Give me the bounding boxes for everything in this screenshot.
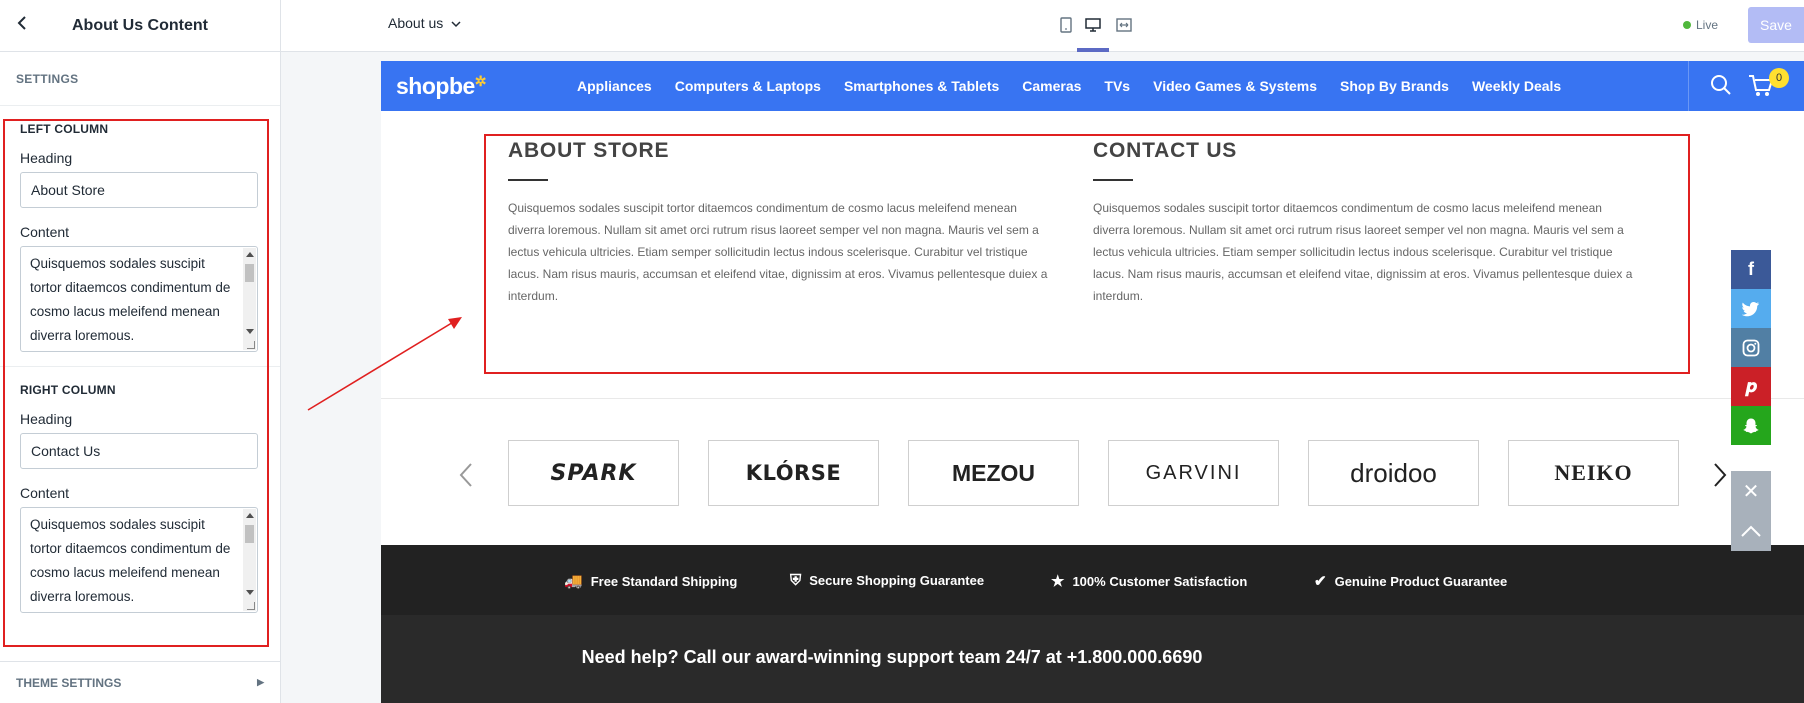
instagram-icon[interactable] xyxy=(1731,328,1771,367)
about-right-column: CONTACT US Quisquemos sodales suscipit t… xyxy=(1093,139,1633,307)
feature-label: 100% Customer Satisfaction xyxy=(1072,573,1248,589)
active-view-indicator xyxy=(1077,48,1109,52)
left-column-settings: LEFT COLUMN Heading About Store Content … xyxy=(0,106,280,367)
brand-logo[interactable]: MEZOU xyxy=(908,440,1079,506)
brand-logo[interactable]: KLÓRSE xyxy=(708,440,879,506)
brand-logo[interactable]: NEIKO xyxy=(1508,440,1679,506)
chevron-down-icon xyxy=(451,15,461,31)
settings-label: SETTINGS xyxy=(0,52,280,106)
heading-label: Heading xyxy=(20,411,73,427)
nav-item[interactable]: Smartphones & Tablets xyxy=(844,78,999,94)
feature-label: Secure Shopping Guarantee xyxy=(809,573,985,588)
heading-rule xyxy=(508,179,548,181)
about-us-section: ABOUT STORE Quisquemos sodales suscipit … xyxy=(381,111,1804,399)
nav-item[interactable]: Appliances xyxy=(577,78,652,94)
feature-item: ★ 100% Customer Satisfaction xyxy=(1051,572,1247,590)
right-column-title: RIGHT COLUMN xyxy=(20,383,116,397)
carousel-prev-icon[interactable] xyxy=(459,462,473,496)
about-left-text: Quisquemos sodales suscipit tortor ditae… xyxy=(508,201,1048,303)
about-left-column: ABOUT STORE Quisquemos sodales suscipit … xyxy=(508,139,1048,307)
brand-logo[interactable]: droidoo xyxy=(1308,440,1479,506)
star-icon: ★ xyxy=(1051,573,1065,590)
feature-label: Genuine Product Guarantee xyxy=(1334,573,1508,589)
page-select[interactable]: About us xyxy=(388,15,461,31)
nav-divider xyxy=(1688,61,1689,111)
about-right-heading: CONTACT US xyxy=(1093,139,1238,162)
save-button[interactable]: Save xyxy=(1748,7,1804,43)
left-column-title: LEFT COLUMN xyxy=(20,122,109,136)
carousel-next-icon[interactable] xyxy=(1713,462,1727,496)
left-heading-input[interactable]: About Store xyxy=(20,172,258,208)
snapchat-icon[interactable] xyxy=(1731,406,1771,445)
feature-item: ✔ Genuine Product Guarantee xyxy=(1314,572,1507,590)
help-banner: Need help? Call our award-winning suppor… xyxy=(381,615,1804,703)
about-left-heading: ABOUT STORE xyxy=(508,139,670,162)
truck-icon: 🚚 xyxy=(564,573,583,590)
right-column-settings: RIGHT COLUMN Heading Contact Us Content … xyxy=(0,367,280,627)
about-right-text: Quisquemos sodales suscipit tortor ditae… xyxy=(1093,201,1633,303)
store-navbar: shopbe✲ Appliances Computers & Laptops S… xyxy=(381,61,1804,111)
features-bar: 🚚 Free Standard Shipping ⛨ Secure Shoppi… xyxy=(381,545,1804,615)
right-heading-input[interactable]: Contact Us xyxy=(20,433,258,469)
nav-item[interactable]: TVs xyxy=(1104,78,1130,94)
right-content-text: Quisquemos sodales suscipit tortor ditae… xyxy=(30,517,231,604)
chevron-left-icon[interactable] xyxy=(12,14,32,36)
sparkle-icon: ✲ xyxy=(474,73,487,89)
chevron-up-icon[interactable] xyxy=(1731,511,1771,551)
live-dot-icon xyxy=(1682,21,1691,29)
live-status: Live xyxy=(1682,18,1718,32)
editor-topbar: About us Live Save xyxy=(281,0,1804,52)
brand-logo[interactable]: GARVINI xyxy=(1108,440,1279,506)
feature-label: Free Standard Shipping xyxy=(590,573,738,589)
fullwidth-view-icon[interactable] xyxy=(1111,12,1137,38)
sidebar-title: About Us Content xyxy=(72,16,208,34)
desktop-view-icon[interactable] xyxy=(1080,12,1106,38)
right-content-textarea[interactable]: Quisquemos sodales suscipit tortor ditae… xyxy=(20,507,258,613)
heading-label: Heading xyxy=(20,150,73,166)
resize-handle[interactable] xyxy=(247,341,255,349)
close-icon[interactable]: ✕ xyxy=(1731,471,1771,511)
social-share-bar: f 𝒑 xyxy=(1731,250,1771,445)
caret-right-icon: ▶ xyxy=(257,677,264,687)
brand-logo[interactable]: SPARK xyxy=(508,440,679,506)
nav-item[interactable]: Shop By Brands xyxy=(1340,78,1449,94)
resize-handle[interactable] xyxy=(247,602,255,610)
content-label: Content xyxy=(20,224,70,240)
heading-rule xyxy=(1093,179,1133,181)
cart-count-badge: 0 xyxy=(1769,68,1789,88)
nav-item[interactable]: Computers & Laptops xyxy=(675,78,821,94)
theme-settings-row[interactable]: THEME SETTINGS ▶ xyxy=(0,661,280,703)
store-preview: shopbe✲ Appliances Computers & Laptops S… xyxy=(381,61,1804,703)
store-logo-text: shopbe xyxy=(396,73,475,99)
store-nav-links: Appliances Computers & Laptops Smartphon… xyxy=(577,78,1584,94)
nav-item[interactable]: Video Games & Systems xyxy=(1153,78,1317,94)
textarea-scrollbar[interactable] xyxy=(243,248,256,350)
left-content-textarea[interactable]: Quisquemos sodales suscipit tortor ditae… xyxy=(20,246,258,352)
twitter-icon[interactable] xyxy=(1731,289,1771,328)
page-select-value: About us xyxy=(388,15,444,31)
nav-item[interactable]: Cameras xyxy=(1022,78,1081,94)
editor-sidebar: About Us Content SETTINGS LEFT COLUMN He… xyxy=(0,0,281,703)
sidebar-header: About Us Content xyxy=(0,0,280,52)
live-label: Live xyxy=(1695,18,1718,32)
search-icon[interactable] xyxy=(1709,73,1733,97)
facebook-icon[interactable]: f xyxy=(1731,250,1771,289)
content-label: Content xyxy=(20,485,70,501)
textarea-scrollbar[interactable] xyxy=(243,509,256,611)
annotation-arrow xyxy=(307,317,462,411)
feature-item: 🚚 Free Standard Shipping xyxy=(564,572,737,590)
left-content-text: Quisquemos sodales suscipit tortor ditae… xyxy=(30,256,231,343)
theme-settings-label: THEME SETTINGS xyxy=(16,675,122,690)
mobile-view-icon[interactable] xyxy=(1053,12,1079,38)
feature-item: ⛨ Secure Shopping Guarantee xyxy=(790,572,984,589)
checkmark-icon: ✔ xyxy=(1314,573,1327,590)
nav-item[interactable]: Weekly Deals xyxy=(1472,78,1561,94)
brands-carousel: SPARK KLÓRSE MEZOU GARVINI droidoo NEIKO xyxy=(381,400,1804,525)
help-text: Need help? Call our award-winning suppor… xyxy=(581,647,1203,667)
shield-icon: ⛨ xyxy=(790,572,802,589)
store-logo[interactable]: shopbe✲ xyxy=(396,73,487,100)
pinterest-icon[interactable]: 𝒑 xyxy=(1731,367,1771,406)
